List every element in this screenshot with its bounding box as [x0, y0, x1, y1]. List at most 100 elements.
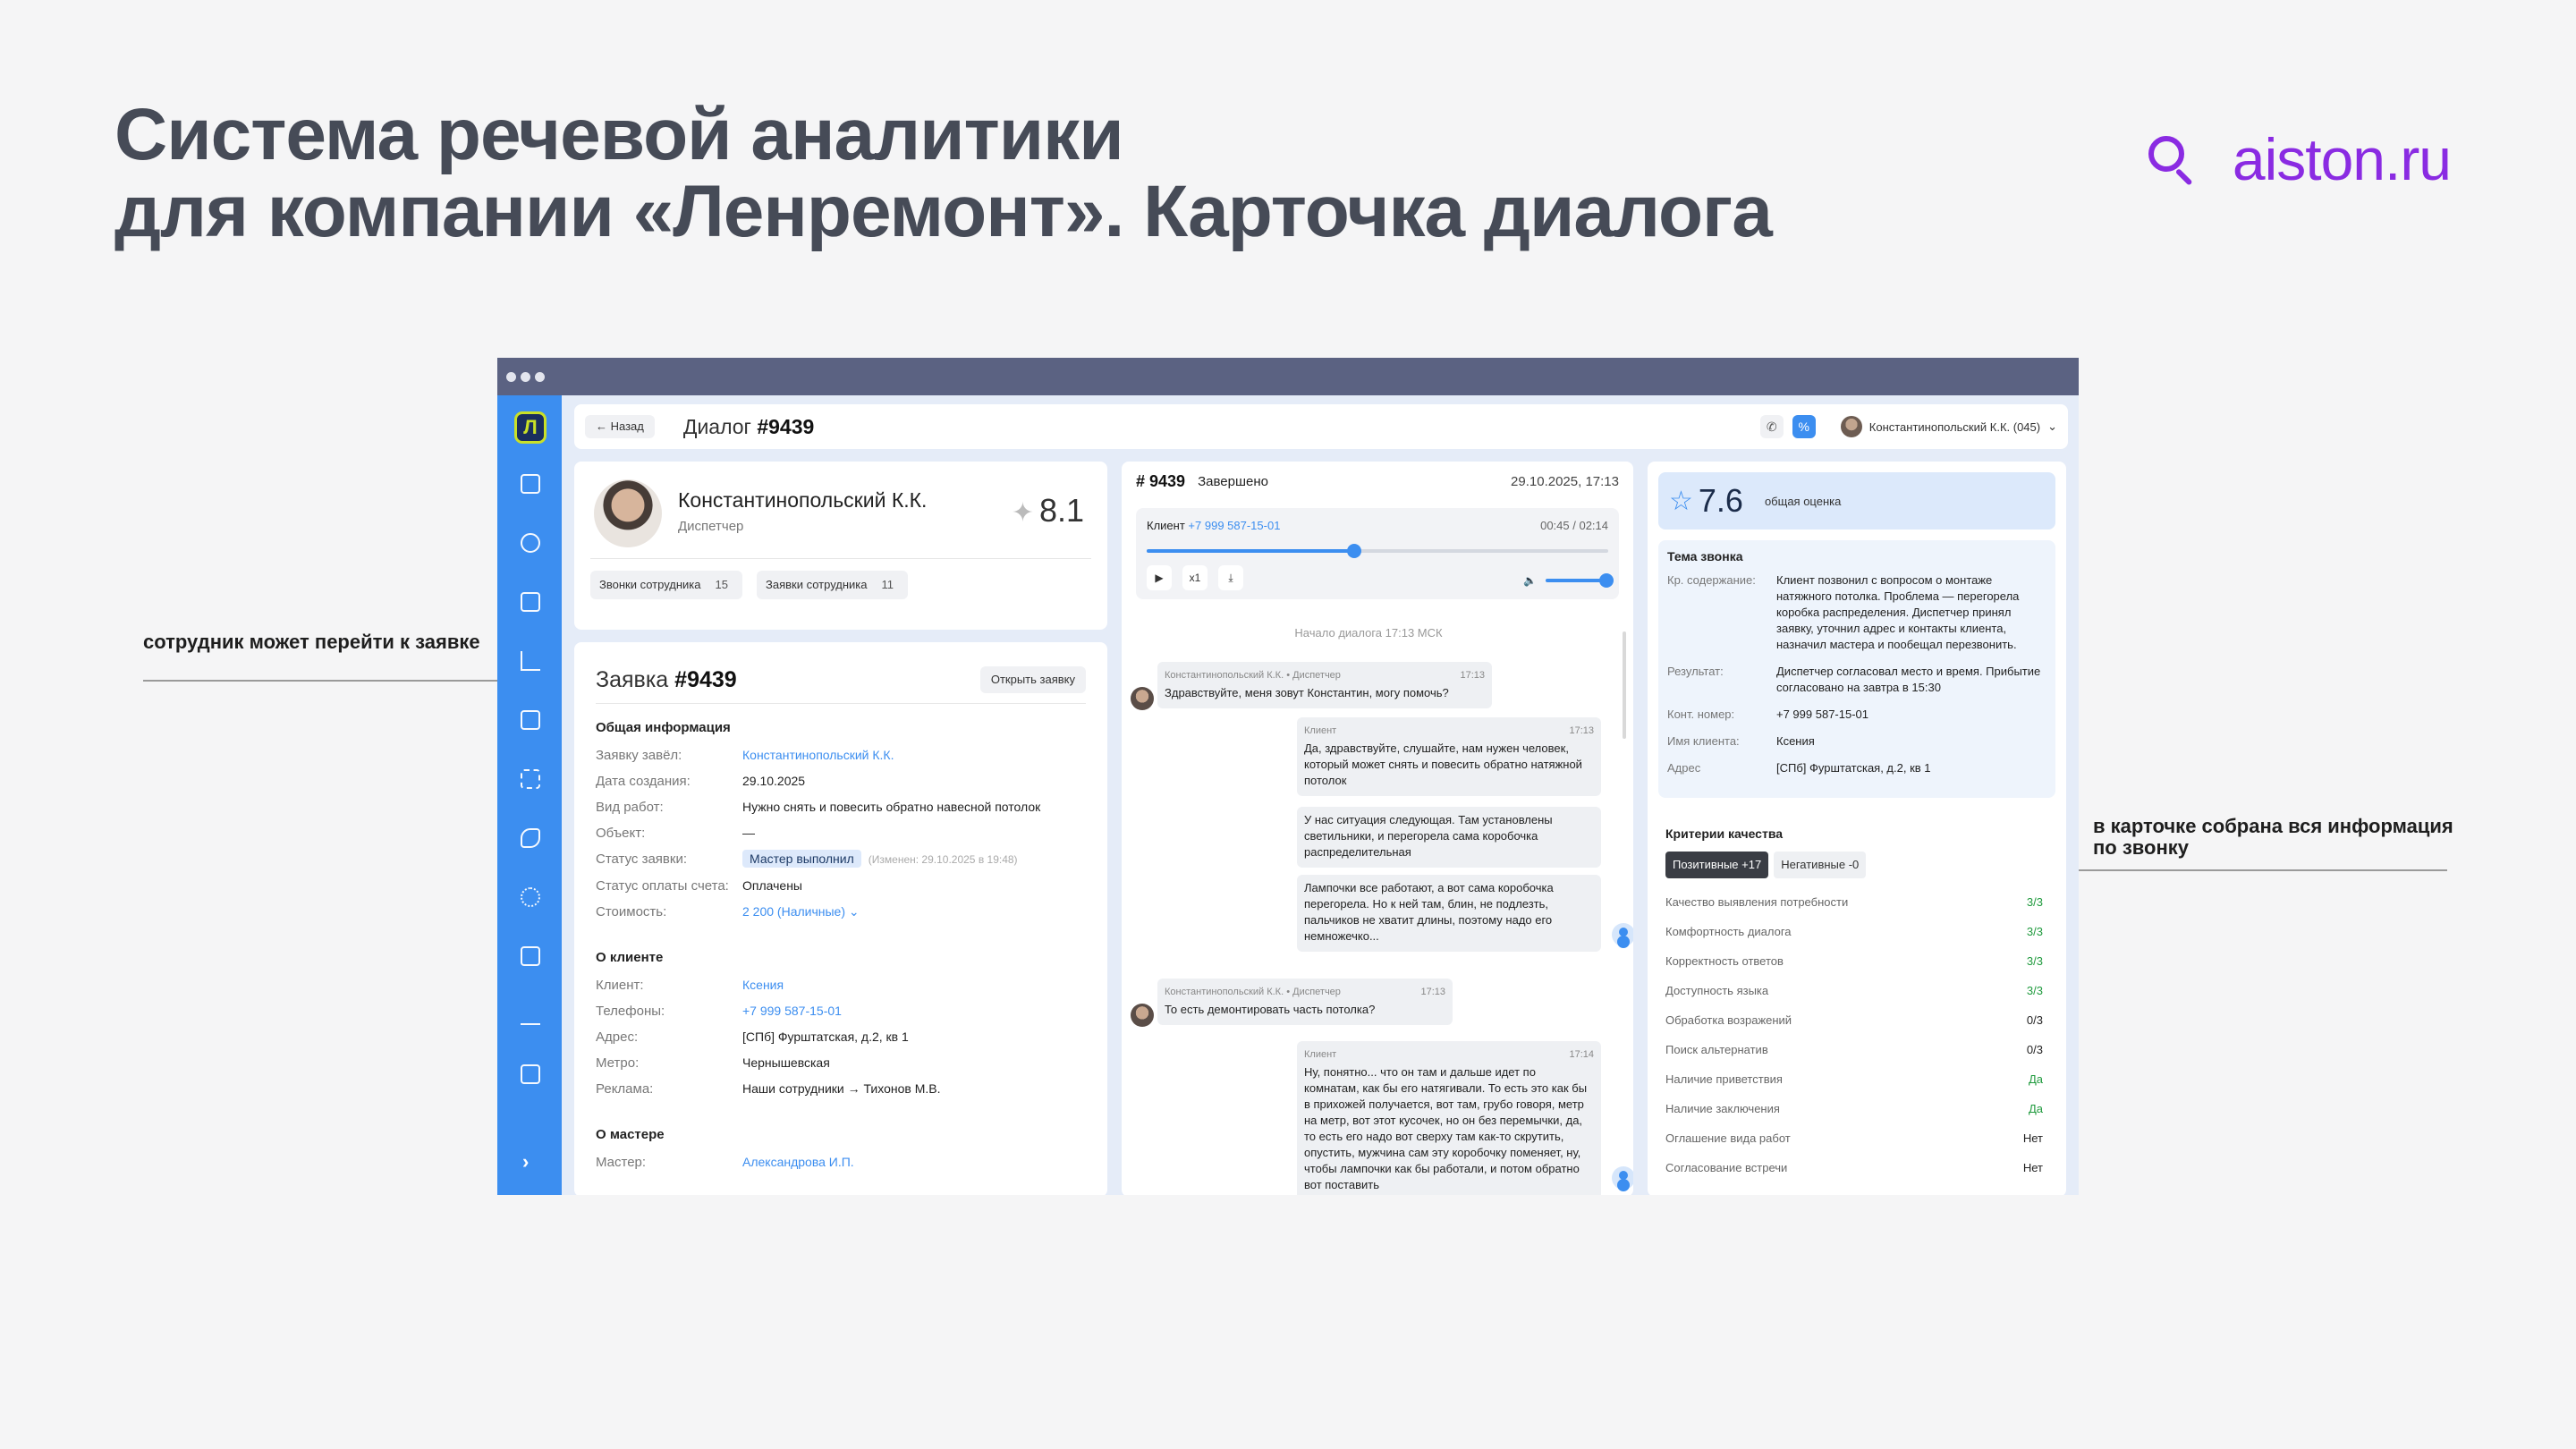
employee-score: ✦ 8.1 [1012, 492, 1084, 530]
speed-button[interactable]: x1 [1182, 565, 1208, 590]
window-dot[interactable] [521, 371, 530, 382]
chart-icon[interactable] [521, 651, 540, 671]
operator-message: Константинопольский К.К. • Диспетчер 17:1… [1157, 979, 1453, 1025]
criteria-row: Качество выявления потребности 3/3 [1658, 887, 2055, 917]
message-author: Константинопольский К.К. • Диспетчер [1165, 987, 1341, 997]
player-label: Клиент +7 999 587-15-01 [1147, 519, 1280, 532]
gear-icon[interactable] [521, 887, 540, 907]
grid-icon[interactable] [521, 769, 540, 789]
phone-icon[interactable]: ✆ [1759, 415, 1784, 438]
brand[interactable]: aiston.ru [2147, 125, 2452, 193]
player-phone[interactable]: +7 999 587-15-01 [1188, 519, 1280, 532]
criteria-row: Корректность ответов 3/3 [1658, 946, 2055, 976]
document-icon[interactable] [521, 474, 540, 494]
brand-name[interactable]: aiston.ru [2233, 125, 2452, 193]
employee-calls-button[interactable]: Звонки сотрудника 15 [590, 571, 742, 599]
employee-orders-button[interactable]: Заявки сотрудника 11 [756, 571, 908, 599]
message-author: Клиент [1304, 725, 1337, 736]
info-value-wrap: Мастер выполнил (Изменен: 29.10.2025 в 19… [742, 846, 1018, 873]
overall-score-value: 7.6 [1698, 482, 1743, 519]
note-right-line1: в карточке собрана вся информация [2093, 815, 2453, 837]
paint-roller-icon[interactable] [521, 946, 540, 966]
users-icon[interactable] [521, 533, 540, 553]
client-avatar-icon [1612, 1166, 1633, 1190]
edit-icon[interactable] [521, 1005, 540, 1025]
file-icon[interactable] [521, 710, 540, 730]
dialog-panel: # 9439 Завершено 29.10.2025, 17:13 Клиен… [1122, 462, 1633, 1195]
window-titlebar [497, 358, 2079, 395]
info-label: Статус заявки: [596, 852, 688, 867]
slide-title-line2: для компании «Ленремонт». Карточка диало… [114, 171, 1773, 252]
section-title: О клиенте [596, 950, 664, 965]
player-handle[interactable] [1347, 544, 1362, 558]
criteria-row: Комфортность диалога 3/3 [1658, 917, 2055, 946]
criteria-row: Оглашение вида работ Нет [1658, 1123, 2055, 1153]
info-link[interactable]: +7 999 587-15-01 [742, 998, 842, 1024]
message-text: Здравствуйте, меня зовут Константин, мог… [1165, 686, 1449, 699]
phone-icon[interactable] [521, 828, 540, 848]
topic-row: Кр. содержание: Клиент позвонил с вопросо… [1667, 572, 2046, 653]
info-row: Вид работ: Нужно снять и повесить обратно… [596, 794, 1086, 820]
criteria-label: Качество выявления потребности [1665, 895, 1849, 909]
info-link[interactable]: 2 200 (Наличные) ⌄ [742, 899, 860, 925]
criteria-value: 3/3 [2026, 954, 2043, 968]
info-link[interactable]: Константинопольский К.К. [742, 742, 894, 768]
employee-name: Константинопольский К.К. [678, 488, 928, 512]
back-button[interactable]: ← Назад [585, 415, 655, 438]
info-label: Дата создания: [596, 774, 691, 789]
sidebar: Л › [497, 395, 562, 1195]
tab-negative[interactable]: Негативные -0 [1774, 852, 1867, 878]
volume-handle[interactable] [1599, 573, 1614, 588]
volume-slider[interactable] [1546, 573, 1614, 588]
search-icon[interactable] [2147, 134, 2197, 186]
topic-row: Результат: Диспетчер согласовал место и в… [1667, 664, 2046, 696]
window-dot[interactable] [506, 371, 516, 382]
info-row: Мастер: Александрова И.П. [596, 1149, 1086, 1175]
topic-label: Конт. номер: [1667, 708, 1735, 721]
info-link[interactable]: Ксения [742, 972, 784, 998]
avatar [1840, 416, 1862, 437]
topic-value: Ксения [1776, 734, 1815, 748]
message-meta: Клиент 17:13 [1304, 723, 1594, 739]
user-menu[interactable]: Константинопольский К.К. (045) ⌄ [1840, 416, 2057, 437]
sparkle-icon: ✦ [1011, 498, 1034, 528]
info-label: Стоимость: [596, 904, 667, 919]
criteria-label: Согласование встречи [1665, 1161, 1788, 1174]
message-author: Клиент [1304, 1049, 1337, 1060]
percent-icon[interactable]: % [1792, 415, 1816, 438]
message-time: 17:13 [1420, 987, 1445, 997]
topic-label: Результат: [1667, 665, 1724, 678]
criteria-value: 0/3 [2026, 1013, 2043, 1027]
criteria-label: Доступность языка [1665, 984, 1769, 997]
sidebar-expand-icon[interactable]: › [522, 1150, 529, 1174]
open-order-button[interactable]: Открыть заявку [979, 666, 1086, 693]
note-right: в карточке собрана вся информация по зво… [2093, 816, 2453, 859]
scrollbar[interactable] [1623, 631, 1626, 739]
client-message: У нас ситуация следующая. Там установлен… [1297, 807, 1601, 868]
info-label: Метро: [596, 1055, 640, 1071]
volume-icon[interactable]: 🔈 [1523, 574, 1537, 587]
note-icon[interactable] [521, 1064, 540, 1084]
player-timeline[interactable] [1147, 544, 1608, 558]
info-value: Наши сотрудники → Тихонов М.В. [742, 1081, 941, 1096]
tab-positive[interactable]: Позитивные +17 [1665, 852, 1769, 878]
call-topic-title: Тема звонка [1667, 549, 1743, 564]
overall-score: ☆ 7.6 общая оценка [1658, 472, 2055, 530]
topic-value: [СПб] Фурштатская, д.2, кв 1 [1776, 761, 1931, 775]
briefcase-icon[interactable] [521, 592, 540, 612]
chip-count: 15 [715, 578, 728, 591]
criteria-row: Поиск альтернатив 0/3 [1658, 1035, 2055, 1064]
employee-avatar [594, 479, 662, 547]
download-icon[interactable]: ⤓ [1218, 565, 1243, 590]
info-row: Дата создания: 29.10.2025 [596, 768, 1086, 794]
info-row: Стоимость: 2 200 (Наличные) ⌄ [596, 899, 1086, 925]
chip-count: 11 [881, 578, 894, 591]
info-link[interactable]: Александрова И.П. [742, 1149, 854, 1175]
criteria-value: Да [2028, 1072, 2043, 1086]
window-dot[interactable] [535, 371, 545, 382]
info-label: Заявку завёл: [596, 748, 682, 763]
player-progress [1147, 549, 1355, 553]
logo[interactable]: Л [514, 411, 547, 444]
play-icon[interactable]: ▶ [1147, 565, 1172, 590]
message-time: 17:13 [1460, 670, 1485, 681]
